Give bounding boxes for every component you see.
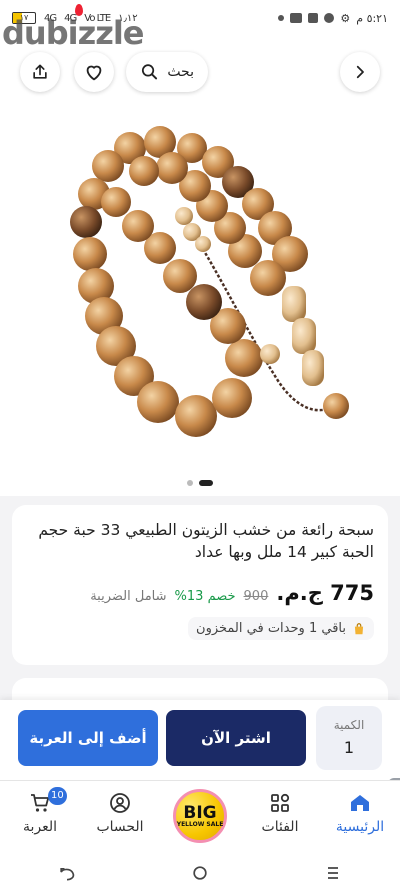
notification-dot-icon xyxy=(278,15,285,21)
dubizzle-watermark: dubizzle xyxy=(2,4,144,52)
gallery-pagination[interactable] xyxy=(0,480,400,486)
search-button[interactable]: بحث xyxy=(126,52,208,92)
recent-apps-icon[interactable] xyxy=(323,863,343,883)
search-icon xyxy=(141,64,158,80)
sale-big-text: BIG xyxy=(183,802,217,823)
favorite-button[interactable] xyxy=(74,52,114,92)
purchase-action-bar: الكمية 1 اشتر الآن أضف إلى العربة xyxy=(0,700,400,780)
home-circle-icon[interactable] xyxy=(190,863,210,883)
price: 775 ج.م. xyxy=(276,581,374,605)
back-gesture-icon[interactable] xyxy=(57,863,77,883)
app-icon xyxy=(308,13,319,23)
status-time: ٥:٢١ م xyxy=(356,11,388,25)
buy-now-button[interactable]: اشتر الآن xyxy=(166,710,306,766)
nav-account-label: الحساب xyxy=(96,819,144,835)
share-button[interactable] xyxy=(20,52,60,92)
quantity-selector[interactable]: الكمية 1 xyxy=(316,706,382,770)
sale-small-text: YELLOW SALE xyxy=(176,820,224,828)
nav-cart-label: العربة xyxy=(22,819,58,835)
product-photo xyxy=(70,126,349,437)
home-icon xyxy=(351,795,369,811)
gallery-dot-2[interactable] xyxy=(199,480,213,486)
cart-count-badge: 10 xyxy=(48,787,67,805)
nav-categories-label: الفئات xyxy=(261,819,299,835)
share-icon xyxy=(33,64,47,79)
categories-icon xyxy=(271,793,290,812)
heart-icon xyxy=(86,65,102,81)
chevron-right-icon xyxy=(356,65,364,79)
quantity-label: الكمية xyxy=(333,718,365,732)
product-info-card: سبحة رائعة من خشب الزيتون الطبيعي 33 حبة… xyxy=(12,505,388,665)
nav-categories[interactable]: الفئات xyxy=(240,781,320,850)
facebook-icon xyxy=(324,13,335,23)
stock-text: باقي 1 وحدات في المخزون xyxy=(196,621,346,636)
settings-status-icon: ⚙ xyxy=(340,11,351,25)
price-row: 775 ج.م. 900 خصم 13% شامل الضريبة xyxy=(26,581,374,605)
watermark-text: dubizzle xyxy=(2,14,144,52)
product-image-gallery[interactable]: بحث xyxy=(0,36,400,496)
old-price: 900 xyxy=(243,589,269,604)
nav-account[interactable]: الحساب xyxy=(80,781,160,850)
tax-note: شامل الضريبة xyxy=(90,589,167,604)
search-label: بحث xyxy=(167,64,194,80)
big-yellow-sale-icon: BIG YELLOW SALE xyxy=(173,789,227,843)
nav-cart[interactable]: 10 العربة xyxy=(0,781,80,850)
beads-loop xyxy=(70,126,308,437)
back-button[interactable] xyxy=(340,52,380,92)
bottom-navigation: الرئيسية الفئات BIG YELLOW SALE الحساب 1… xyxy=(0,780,400,850)
flame-icon xyxy=(75,4,83,16)
product-title: سبحة رائعة من خشب الزيتون الطبيعي 33 حبة… xyxy=(38,521,374,561)
quantity-value: 1 xyxy=(343,738,355,757)
status-right: ⚙ ٥:٢١ م xyxy=(278,12,388,25)
nav-home-label: الرئيسية xyxy=(335,819,385,835)
stock-info: باقي 1 وحدات في المخزون xyxy=(188,617,374,640)
nav-home[interactable]: الرئيسية xyxy=(320,781,400,850)
add-to-cart-button[interactable]: أضف إلى العربة xyxy=(18,710,158,766)
account-icon xyxy=(110,793,130,813)
nav-sale[interactable]: BIG YELLOW SALE xyxy=(160,781,240,850)
system-navigation-bar xyxy=(0,850,400,895)
discount-badge: خصم 13% xyxy=(174,589,236,604)
gallery-dot-1[interactable] xyxy=(187,480,193,486)
shopping-bag-icon xyxy=(354,622,364,634)
youtube-icon xyxy=(290,13,303,23)
